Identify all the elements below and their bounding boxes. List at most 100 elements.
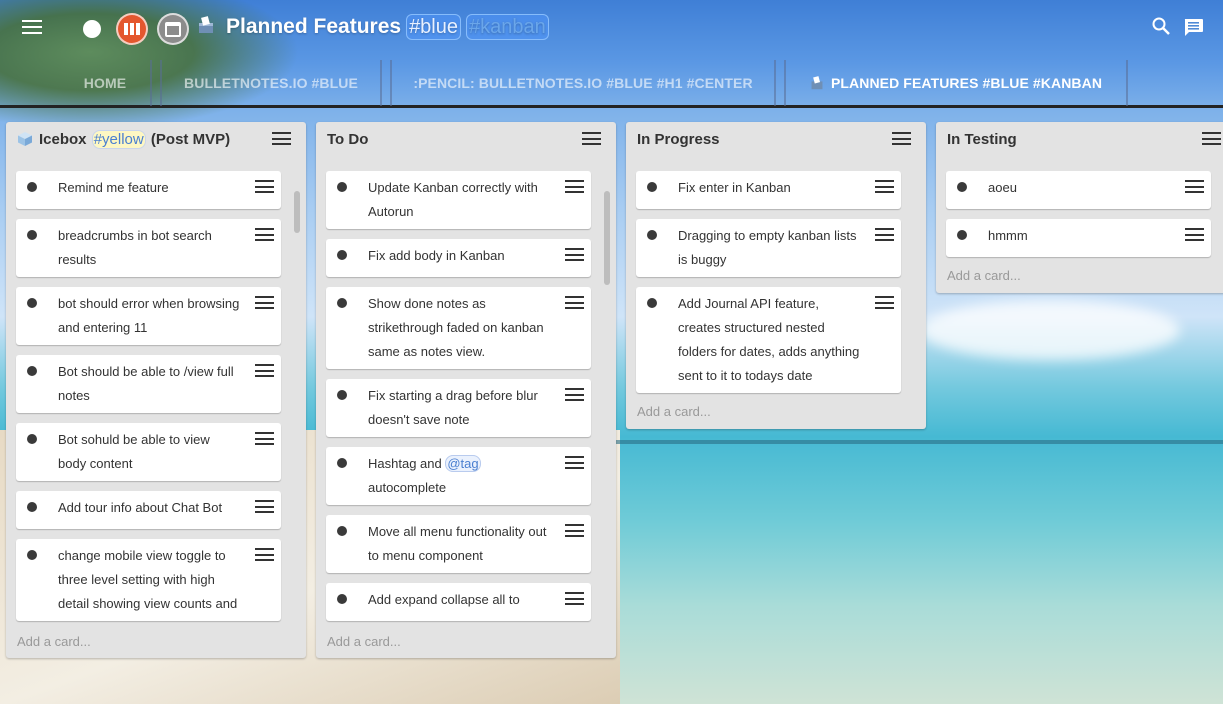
card[interactable]: change mobile view toggle to three level… (16, 539, 281, 621)
card-text: Update Kanban correctly with Autorun (368, 180, 538, 219)
card[interactable]: bot should error when browsing and enter… (16, 287, 281, 345)
tag-kanban[interactable]: #kanban (466, 14, 549, 40)
list-menu-icon[interactable] (582, 132, 601, 145)
card[interactable]: hmmm (946, 219, 1211, 257)
card-menu-icon[interactable] (1185, 180, 1204, 193)
list-in-testing: In Testing aoeu hmmm Add a card... (936, 122, 1223, 293)
card-menu-icon[interactable] (255, 180, 274, 193)
card[interactable]: Show done notes as strikethrough faded o… (326, 287, 591, 369)
card[interactable]: Dragging to empty kanban lists is buggy (636, 219, 901, 277)
card-menu-icon[interactable] (255, 432, 274, 445)
card[interactable]: Add Journal API feature, creates structu… (636, 287, 901, 393)
card-text: Add expand collapse all to (368, 592, 520, 607)
list-header: In Testing (936, 122, 1223, 156)
list-menu-icon[interactable] (892, 132, 911, 145)
card[interactable]: Remind me feature (16, 171, 281, 209)
tab-planned-features[interactable]: PLANNED FEATURES #BLUE #KANBAN (786, 60, 1126, 106)
tab-divider (150, 60, 152, 106)
kanban-view-icon[interactable] (116, 13, 148, 45)
tab-divider (774, 60, 776, 106)
card-text: Remind me feature (58, 180, 169, 195)
add-card-button[interactable]: Add a card... (626, 403, 926, 429)
list-in-progress: In Progress Fix enter in Kanban Dragging… (626, 122, 926, 429)
chat-icon[interactable] (1183, 18, 1204, 37)
card-text: Fix add body in Kanban (368, 248, 505, 263)
card-menu-icon[interactable] (1185, 228, 1204, 241)
card[interactable]: Fix add body in Kanban (326, 239, 591, 277)
tag-yellow[interactable]: #yellow (91, 129, 146, 149)
add-card-button[interactable]: Add a card... (936, 267, 1223, 293)
scrollbar[interactable] (604, 191, 610, 285)
card-menu-icon[interactable] (565, 388, 584, 401)
card-text: breadcrumbs in bot search results (58, 228, 212, 267)
list-header: Icebox #yellow (Post MVP) (6, 122, 306, 156)
add-card-button[interactable]: Add a card... (316, 624, 616, 658)
scrollbar[interactable] (294, 191, 300, 233)
card[interactable]: Add tour info about Chat Bot (16, 491, 281, 529)
card[interactable]: Update Kanban correctly with Autorun (326, 171, 591, 229)
card-list: Fix enter in Kanban Dragging to empty ka… (626, 156, 926, 403)
bullet-icon (337, 526, 347, 536)
card-list: Update Kanban correctly with Autorun Fix… (316, 156, 616, 624)
search-icon[interactable] (1152, 17, 1170, 35)
bullet-icon (957, 230, 967, 240)
bullet-icon (337, 390, 347, 400)
tab-bulletnotes[interactable]: BULLETNOTES.IO #BLUE (162, 60, 380, 106)
dot-icon[interactable] (83, 20, 101, 38)
list-title: To Do (327, 130, 369, 148)
card-list: aoeu hmmm (936, 156, 1223, 267)
tab-divider (380, 60, 382, 106)
bullet-icon (27, 550, 37, 560)
card-menu-icon[interactable] (565, 456, 584, 469)
card[interactable]: Hashtag and @tag autocomplete (326, 447, 591, 505)
card[interactable]: Move all menu functionality out to menu … (326, 515, 591, 573)
bullet-icon (337, 250, 347, 260)
ballot-box-icon (199, 16, 213, 33)
bullet-icon (337, 298, 347, 308)
add-card-button[interactable]: Add a card... (6, 624, 306, 658)
card-menu-icon[interactable] (875, 228, 894, 241)
list-title: In Progress (637, 130, 720, 148)
menu-icon[interactable] (22, 20, 42, 34)
tab-divider (1126, 60, 1128, 106)
card[interactable]: aoeu (946, 171, 1211, 209)
card-menu-icon[interactable] (875, 296, 894, 309)
tab-label: HOME (83, 75, 127, 91)
card-menu-icon[interactable] (565, 592, 584, 605)
card-menu-icon[interactable] (875, 180, 894, 193)
card-menu-icon[interactable] (255, 364, 274, 377)
bullet-icon (957, 182, 967, 192)
tag-blue[interactable]: #blue (406, 14, 461, 40)
bullet-icon (27, 230, 37, 240)
card-menu-icon[interactable] (255, 500, 274, 513)
card-menu-icon[interactable] (565, 180, 584, 193)
ice-cube-icon (18, 132, 32, 146)
card-text: Fix enter in Kanban (678, 180, 791, 195)
background-horizon (616, 440, 1223, 444)
card-menu-icon[interactable] (255, 296, 274, 309)
bullet-icon (27, 502, 37, 512)
card-text: bot should error when browsing and enter… (58, 296, 240, 335)
calendar-icon[interactable] (157, 13, 189, 45)
card[interactable]: Add expand collapse all to (326, 583, 591, 621)
card-menu-icon[interactable] (565, 248, 584, 261)
list-menu-icon[interactable] (1202, 132, 1221, 145)
card-menu-icon[interactable] (565, 296, 584, 309)
card-menu-icon[interactable] (255, 228, 274, 241)
card-text: Add tour info about Chat Bot (58, 500, 223, 515)
tab-label: PLANNED FEATURES #BLUE #KANBAN (830, 75, 1103, 91)
list-menu-icon[interactable] (272, 132, 291, 145)
tag-at[interactable]: @tag (445, 455, 481, 472)
card-menu-icon[interactable] (565, 524, 584, 537)
card[interactable]: Bot sohuld be able to view body content (16, 423, 281, 481)
list-icebox: Icebox #yellow (Post MVP) Remind me feat… (6, 122, 306, 658)
card[interactable]: Bot should be able to /view full notes (16, 355, 281, 413)
tab-home[interactable]: HOME (60, 60, 150, 106)
card[interactable]: Fix enter in Kanban (636, 171, 901, 209)
card[interactable]: breadcrumbs in bot search results (16, 219, 281, 277)
tab-pencil-bulletnotes[interactable]: :PENCIL: BULLETNOTES.IO #BLUE #H1 #CENTE… (392, 60, 774, 106)
list-title: Icebox (39, 130, 87, 148)
card-text: autocomplete (368, 480, 447, 495)
card-menu-icon[interactable] (255, 548, 274, 561)
card[interactable]: Fix starting a drag before blur doesn't … (326, 379, 591, 437)
